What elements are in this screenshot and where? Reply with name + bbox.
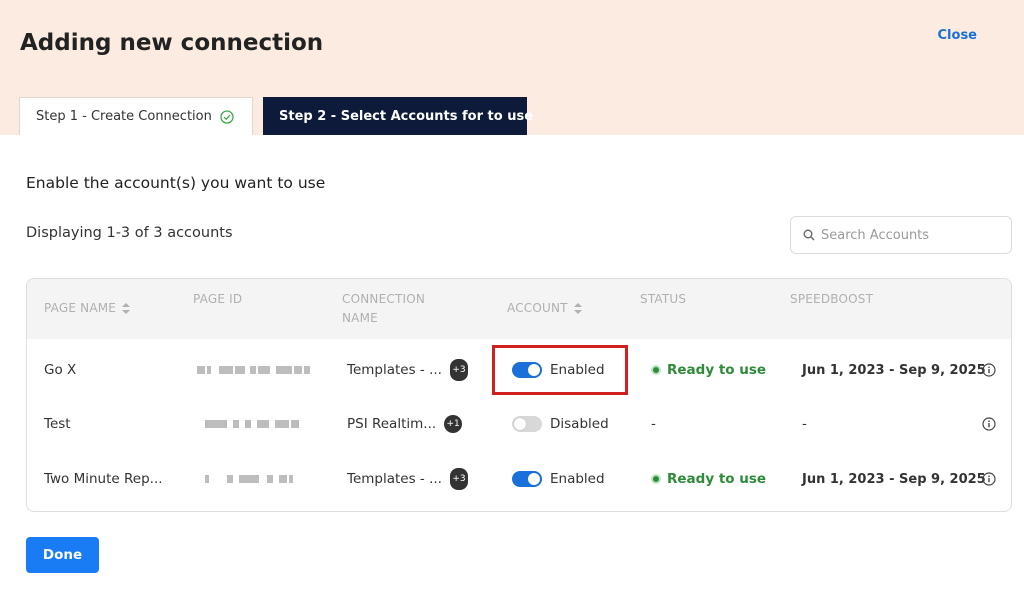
search-box[interactable] [790, 216, 1012, 254]
connection-cell: Templates - ... +3 [347, 343, 468, 397]
account-state-label: Disabled [550, 416, 609, 432]
info-cell [982, 397, 996, 451]
column-label: PAGE NAME [44, 301, 117, 315]
tab-step-2-label: Step 2 - Select Accounts for to use [279, 108, 534, 124]
search-input[interactable] [821, 227, 999, 243]
close-button[interactable]: Close [938, 28, 977, 43]
account-toggle[interactable] [512, 362, 542, 378]
page-name-cell: Two Minute Rep... [44, 471, 163, 487]
account-state-label: Enabled [550, 471, 605, 487]
accounts-table: PAGE NAME PAGE ID CONNECTION NAME ACCOUN… [26, 278, 1012, 512]
info-cell [982, 343, 996, 397]
column-label-line-2: NAME [342, 311, 378, 325]
table-row: Test PSI Realtim... +1 Disabled - - [27, 397, 1011, 451]
connection-name: Templates - ... [347, 362, 442, 378]
connection-cell: PSI Realtim... +1 [347, 397, 463, 451]
page-id-cell [205, 452, 293, 506]
connection-name: PSI Realtim... [347, 416, 437, 432]
tab-step-1[interactable]: Step 1 - Create Connection [19, 97, 253, 135]
account-toggle[interactable] [512, 416, 542, 432]
tab-step-1-label: Step 1 - Create Connection [36, 109, 212, 124]
info-cell [982, 452, 996, 506]
account-cell: Disabled [512, 397, 609, 451]
status-dot-icon [651, 365, 661, 375]
connection-count-badge[interactable]: +3 [449, 359, 468, 381]
column-header-status: STATUS [640, 292, 687, 306]
sort-icon[interactable] [573, 303, 582, 314]
table-row: Go X Templates - ... +3 Enabled Ready to… [27, 343, 1011, 397]
column-header-speedboost: SPEEDBOOST [790, 292, 874, 306]
info-icon[interactable] [982, 363, 996, 377]
status-dot-icon [651, 474, 661, 484]
page-id-cell [205, 397, 299, 451]
account-state-label: Enabled [550, 362, 605, 378]
check-circle-icon [220, 109, 234, 124]
speedboost-date-range: Jun 1, 2023 - Sep 9, 2025 [802, 471, 986, 487]
connection-cell: Templates - ... +3 [347, 452, 468, 506]
column-header-account[interactable]: ACCOUNT [507, 299, 582, 318]
account-toggle[interactable] [512, 471, 542, 487]
speedboost-cell: - [802, 416, 807, 432]
info-icon[interactable] [982, 417, 996, 431]
status-cell: Ready to use [651, 452, 766, 506]
account-cell: Enabled [512, 452, 605, 506]
results-count: Displaying 1-3 of 3 accounts [26, 225, 233, 241]
table-header: PAGE NAME PAGE ID CONNECTION NAME ACCOUN… [27, 279, 1011, 339]
status-badge: Ready to use [651, 362, 766, 378]
column-label-line-1: CONNECTION [342, 292, 426, 306]
redacted-page-id [197, 366, 310, 374]
account-cell: Enabled [512, 343, 605, 397]
column-header-connection-name: CONNECTION NAME [342, 290, 425, 328]
connection-count-badge[interactable]: +1 [444, 415, 463, 433]
status-text: Ready to use [667, 362, 767, 378]
column-label: ACCOUNT [507, 301, 568, 315]
tab-step-2[interactable]: Step 2 - Select Accounts for to use [263, 97, 533, 135]
redacted-page-id [205, 475, 293, 483]
connection-name: Templates - ... [347, 471, 442, 487]
page-name-cell: Go X [44, 362, 77, 378]
table-row: Two Minute Rep... Templates - ... +3 Ena… [27, 452, 1011, 506]
connection-count-badge[interactable]: +3 [449, 468, 468, 490]
status-cell: - [651, 416, 656, 432]
info-icon[interactable] [982, 472, 996, 486]
section-heading: Enable the account(s) you want to use [26, 174, 326, 192]
done-button[interactable]: Done [26, 537, 99, 573]
page-id-cell [197, 343, 310, 397]
speedboost-date-range: Jun 1, 2023 - Sep 9, 2025 [802, 362, 986, 378]
page-title: Adding new connection [20, 30, 324, 56]
page-name-cell: Test [44, 416, 71, 432]
speedboost-cell: Jun 1, 2023 - Sep 9, 2025 [802, 452, 986, 506]
status-badge: Ready to use [651, 471, 766, 487]
status-cell: Ready to use [651, 343, 766, 397]
column-header-page-id: PAGE ID [193, 292, 243, 306]
sort-icon[interactable] [122, 303, 131, 314]
speedboost-cell: Jun 1, 2023 - Sep 9, 2025 [802, 343, 986, 397]
column-header-page-name[interactable]: PAGE NAME [44, 299, 131, 318]
redacted-page-id [205, 420, 299, 428]
status-text: Ready to use [667, 471, 767, 487]
search-icon [803, 229, 815, 241]
